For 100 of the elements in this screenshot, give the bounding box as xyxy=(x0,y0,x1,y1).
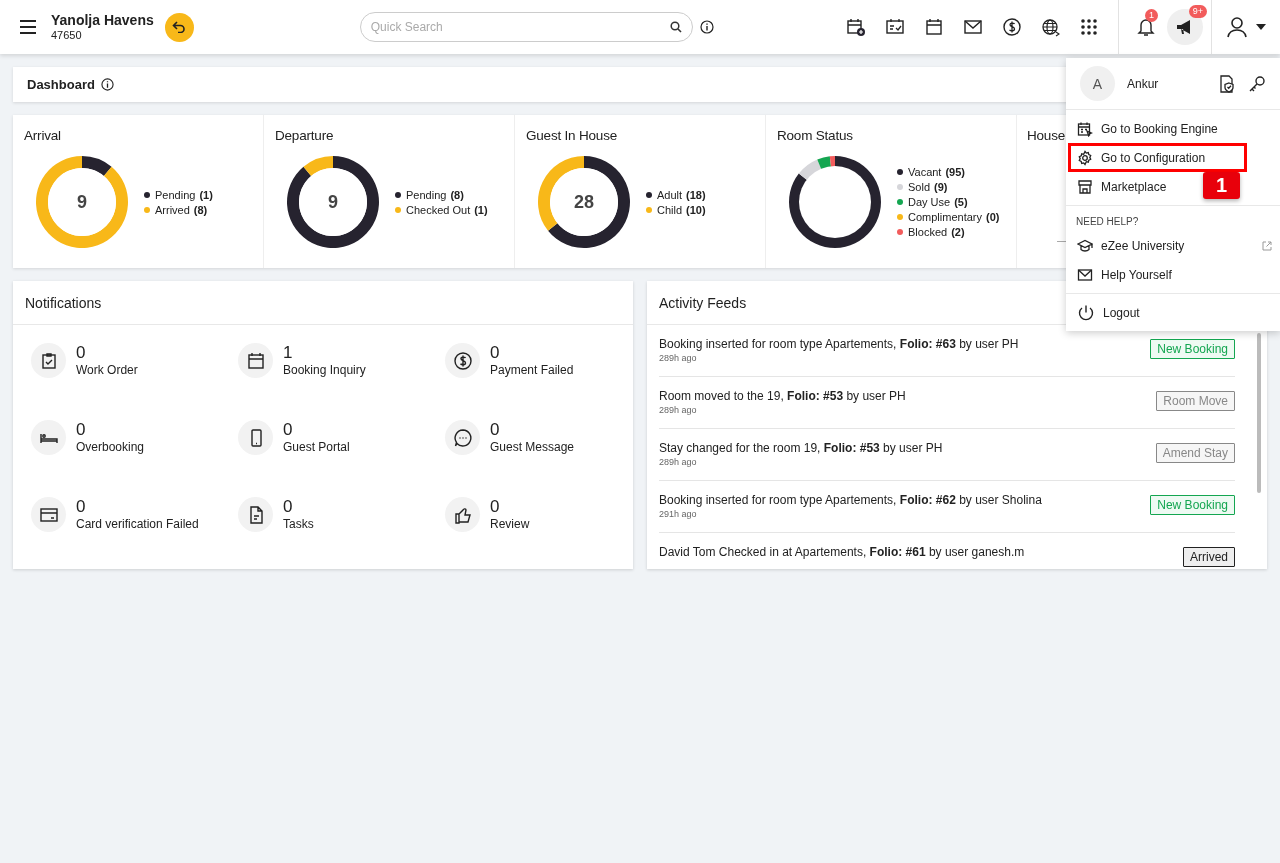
legend-count: (5) xyxy=(954,196,968,208)
activity-tag: New Booking xyxy=(1150,495,1235,515)
mail-icon[interactable] xyxy=(963,17,983,37)
activity-text: Room moved to the 19, Folio: #53 by user PH xyxy=(659,389,906,403)
activity-time: 291h ago xyxy=(659,509,697,519)
activity-tag: Amend Stay xyxy=(1155,443,1235,463)
donut-total: 28 xyxy=(574,191,594,213)
legend-count: (95) xyxy=(945,166,965,178)
card-title: Guest In House xyxy=(526,128,617,143)
bed-icon[interactable] xyxy=(31,420,66,455)
legend-label: Adult xyxy=(657,188,683,201)
dollar-icon[interactable] xyxy=(445,343,480,378)
activity-time: 289h ago xyxy=(659,353,697,363)
document-icon[interactable] xyxy=(238,497,273,532)
panel-title: Notifications xyxy=(25,294,102,311)
clipboard-check-icon[interactable] xyxy=(31,343,66,378)
activity-time: 289h ago xyxy=(659,457,697,467)
notification-count: 0 xyxy=(283,497,293,517)
undo-button[interactable] xyxy=(164,12,194,42)
notification-count: 0 xyxy=(76,497,86,517)
card-title: Arrival xyxy=(24,128,61,143)
donut-total: 9 xyxy=(77,191,87,213)
calendar-icon[interactable] xyxy=(924,17,944,37)
card-icon[interactable] xyxy=(31,497,66,532)
legend-label: Pending xyxy=(406,188,447,201)
legend-count: (1) xyxy=(474,203,488,216)
search-icon[interactable] xyxy=(669,21,682,33)
legend-label: Checked Out xyxy=(406,203,471,216)
menu-section-heading: NEED HELP? xyxy=(1075,215,1140,229)
calendar-check-icon[interactable] xyxy=(885,17,905,37)
search-field[interactable]: Quick Search xyxy=(359,12,693,42)
notification-label: Tasks xyxy=(283,517,314,531)
user-icon[interactable] xyxy=(1226,16,1248,38)
legend-count: (0) xyxy=(985,211,1000,223)
notification-count: 0 xyxy=(283,420,293,440)
legend-label: Arrived xyxy=(155,203,190,216)
panel-title: Activity Feeds xyxy=(659,294,747,311)
mail-icon xyxy=(1077,266,1093,283)
activity-text: Booking inserted for room type Apartements, Folio: #62 by user Sholina xyxy=(659,493,1042,507)
legend-label: Vacant xyxy=(908,166,942,178)
calendar-add-icon[interactable] xyxy=(846,17,866,37)
scrollbar-thumb[interactable] xyxy=(1257,333,1261,493)
bell-icon[interactable] xyxy=(1137,17,1155,37)
notification-count: 0 xyxy=(76,420,86,440)
user-name: Ankur xyxy=(1127,76,1160,91)
activity-text: Booking inserted for room type Apartements, Folio: #63 by user PH xyxy=(659,337,1019,351)
notification-label: Payment Failed xyxy=(490,363,574,377)
card-title: Departure xyxy=(275,128,334,143)
legend-label: Child xyxy=(657,203,683,216)
menu-item[interactable]: Help Yourself xyxy=(1068,260,1183,289)
menu-item[interactable]: Marketplace xyxy=(1068,172,1178,201)
notification-count: 1 xyxy=(283,343,293,363)
notification-label: Booking Inquiry xyxy=(283,363,366,377)
notification-badge: 1 xyxy=(1145,9,1158,22)
chat-icon[interactable] xyxy=(445,420,480,455)
notification-label: Work Order xyxy=(76,363,138,377)
activity-tag: Arrived xyxy=(1183,547,1235,567)
legend-label: Pending xyxy=(155,188,196,201)
dollar-icon[interactable] xyxy=(1002,17,1022,37)
shield-document-icon[interactable] xyxy=(1218,73,1236,94)
menu-item[interactable]: Go to Configuration xyxy=(1068,143,1247,172)
legend-count: (10) xyxy=(686,203,706,216)
notification-count: 0 xyxy=(490,497,500,517)
info-icon[interactable] xyxy=(100,78,114,91)
legend-count: (2) xyxy=(951,226,965,238)
legend-count: (1) xyxy=(199,188,213,201)
card-title: House xyxy=(1027,128,1066,143)
thumbs-up-icon[interactable] xyxy=(445,497,480,532)
store-icon xyxy=(1077,178,1093,195)
step-callout: 1 xyxy=(1203,172,1241,199)
key-icon[interactable] xyxy=(1248,74,1266,93)
menu-icon[interactable] xyxy=(19,20,37,34)
legend-count: (9) xyxy=(934,181,948,193)
legend-count: (8) xyxy=(193,203,208,216)
activity-text: Stay changed for the room 19, Folio: #53 by user PH xyxy=(659,441,943,455)
donut-total: 9 xyxy=(328,191,338,213)
calendar-cursor-icon xyxy=(1077,120,1093,137)
caret-icon[interactable] xyxy=(1256,24,1266,30)
phone-icon[interactable] xyxy=(238,420,273,455)
menu-item[interactable]: Go to Booking Engine xyxy=(1068,114,1229,143)
legend-count: (8) xyxy=(450,188,464,201)
activity-text: David Tom Checked in at Apartements, Folio: #61 by user ganesh.m xyxy=(659,545,1025,559)
legend-label: Sold xyxy=(908,181,931,193)
globe-icon[interactable] xyxy=(1041,17,1061,37)
legend-label: Day Use xyxy=(908,196,951,208)
property-name: Yanolja Havens xyxy=(51,12,154,29)
external-link-icon[interactable] xyxy=(1262,240,1272,251)
notification-label: Overbooking xyxy=(76,440,145,454)
info-icon[interactable] xyxy=(699,20,714,34)
user-avatar: A xyxy=(1080,66,1115,101)
announcement-badge: 9+ xyxy=(1188,5,1207,18)
logout-item[interactable]: Logout xyxy=(1068,298,1151,327)
notification-count: 0 xyxy=(490,420,500,440)
card-title: Room Status xyxy=(777,128,853,143)
calendar-icon[interactable] xyxy=(238,343,273,378)
undo-arrow-icon xyxy=(172,21,187,33)
settings-icon xyxy=(1077,149,1093,166)
apps-grid-icon[interactable] xyxy=(1080,18,1098,36)
menu-item[interactable]: eZee University xyxy=(1068,231,1196,260)
notification-count: 0 xyxy=(76,343,86,363)
